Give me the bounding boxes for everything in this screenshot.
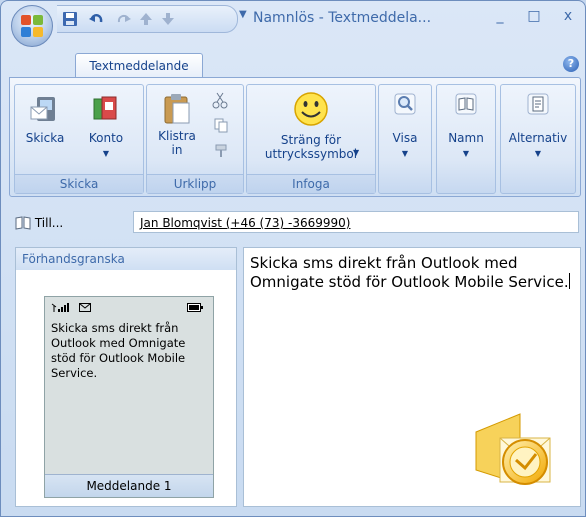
message-editor[interactable]: Skicka sms direkt från Outlook med Omnig… [243, 247, 581, 507]
to-button[interactable]: Till... [15, 213, 63, 233]
phone-preview: Skicka sms direkt från Outlook med Omnig… [44, 296, 214, 498]
message-counter: Meddelande 1 [45, 474, 213, 497]
options-icon [527, 93, 549, 115]
account-button[interactable]: Konto ▼ [77, 89, 135, 169]
message-body-text: Skicka sms direkt från Outlook med Omnig… [250, 254, 569, 291]
account-icon [93, 96, 117, 120]
address-book-icon [455, 93, 477, 115]
copy-icon[interactable] [213, 117, 229, 133]
group-label-infoga: Infoga [247, 174, 375, 193]
phone-message-text: Skicka sms direkt från Outlook med Omnig… [51, 321, 186, 380]
preview-header: Förhandsgranska [16, 248, 236, 270]
group-alternativ: Alternativ ▼ [500, 84, 576, 194]
recipient-value: Jan Blomqvist (+46 (73) -3669990) [140, 216, 351, 230]
smiley-icon [294, 92, 328, 126]
account-dropdown-icon: ▼ [102, 149, 110, 158]
recipient-row: Till... Jan Blomqvist (+46 (73) -3669990… [15, 211, 581, 235]
quick-access-toolbar [57, 5, 238, 33]
group-skicka: Skicka Konto ▼ Skicka [14, 84, 144, 194]
arrow-up-icon[interactable] [137, 10, 155, 28]
help-icon[interactable]: ? [563, 56, 579, 72]
send-button[interactable]: Skicka [19, 89, 71, 169]
send-icon [30, 97, 55, 121]
group-label-urklipp: Urklipp [147, 174, 243, 193]
group-namn: Namn ▼ [436, 84, 496, 194]
title-bar: ▼ Namnlös - Textmeddela... _ □ x [1, 1, 585, 47]
view-button[interactable]: Visa ▼ [381, 89, 429, 169]
emoticon-button[interactable]: Sträng för uttryckssymbol [249, 89, 373, 169]
maximize-button[interactable]: □ [523, 8, 545, 28]
quick-access-dropdown-icon[interactable]: ▼ [239, 9, 247, 20]
window-title: Namnlös - Textmeddela... [253, 10, 432, 26]
undo-icon[interactable] [87, 10, 105, 28]
options-label: Alternativ [508, 131, 568, 145]
text-caret [568, 273, 570, 289]
ribbon: Skicka Konto ▼ Skicka Klistra in Urklipp… [9, 77, 581, 197]
cut-icon[interactable] [211, 91, 229, 109]
signal-icon [51, 303, 69, 312]
group-infoga: Sträng för uttryckssymbol ▼ Infoga [246, 84, 376, 194]
emoticon-dropdown-icon: ▼ [353, 148, 360, 157]
battery-icon [187, 303, 203, 312]
group-urklipp: Klistra in Urklipp [146, 84, 244, 194]
view-label: Visa [392, 131, 418, 145]
magnifier-icon [394, 93, 416, 115]
options-button[interactable]: Alternativ ▼ [503, 89, 573, 169]
names-button[interactable]: Namn ▼ [439, 89, 493, 169]
view-dropdown-icon: ▼ [401, 149, 409, 158]
envelope-icon [79, 303, 91, 312]
recipient-field[interactable]: Jan Blomqvist (+46 (73) -3669990) [133, 211, 579, 233]
names-label: Namn [448, 131, 484, 145]
message-body: Skicka sms direkt från Outlook med Omnig… [250, 254, 570, 292]
office-button[interactable] [11, 5, 53, 47]
close-button[interactable]: x [557, 8, 579, 28]
tab-textmeddelande[interactable]: Textmeddelande [75, 53, 203, 78]
phone-status-bar [51, 301, 207, 315]
paste-label: Klistra in [158, 129, 196, 157]
account-label: Konto [88, 131, 124, 145]
to-button-label: Till... [34, 216, 64, 230]
sms-compose-window: ▼ Namnlös - Textmeddela... _ □ x Textmed… [0, 0, 586, 517]
send-label: Skicka [25, 131, 65, 145]
office-logo-icon [21, 15, 43, 37]
arrow-down-icon[interactable] [159, 10, 177, 28]
options-dropdown-icon: ▼ [534, 149, 542, 158]
group-label-skicka: Skicka [15, 174, 143, 193]
format-painter-icon[interactable] [213, 143, 229, 159]
save-icon[interactable] [61, 10, 79, 28]
paste-icon [164, 94, 190, 124]
preview-pane: Förhandsgranska Skicka sms direkt från O… [15, 247, 237, 507]
outlook-logo-icon [475, 413, 551, 485]
group-visa: Visa ▼ [378, 84, 432, 194]
names-dropdown-icon: ▼ [462, 149, 470, 158]
paste-button[interactable]: Klistra in [151, 89, 203, 169]
minimize-button[interactable]: _ [489, 8, 511, 28]
redo-icon[interactable] [115, 10, 133, 28]
address-book-icon [15, 216, 31, 230]
